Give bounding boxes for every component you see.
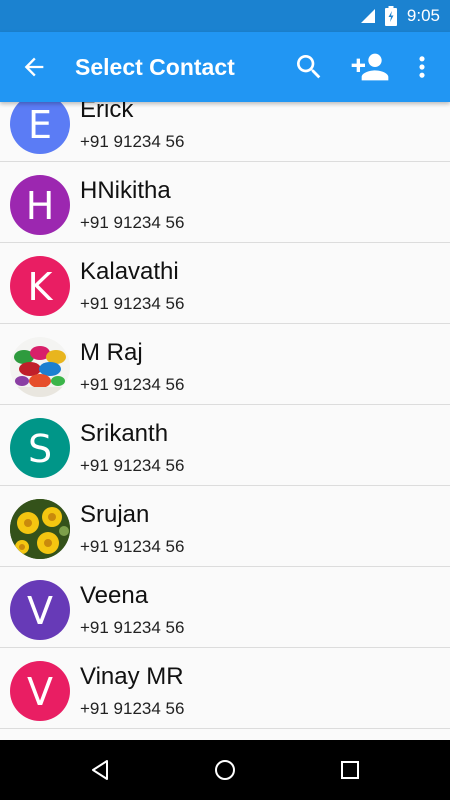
contact-row-vinay-mr[interactable]: V Vinay MR +91 91234 56 (0, 648, 450, 729)
nav-home-icon[interactable] (213, 758, 237, 782)
yellow-flowers-photo (10, 499, 70, 559)
contact-phone: +91 91234 56 (80, 456, 185, 475)
nav-back-icon[interactable] (88, 758, 112, 782)
avatar: K (10, 256, 70, 316)
avatar-initial: S (27, 426, 53, 471)
contact-list: E Erick +91 91234 56 H HNikitha +91 9123… (0, 102, 450, 740)
nav-recents-icon[interactable] (338, 758, 362, 782)
avatar: S (10, 418, 70, 478)
contact-name: M Raj (80, 339, 143, 366)
search-icon[interactable] (293, 51, 325, 83)
avatar-initial: V (27, 588, 53, 633)
contact-row-kalavathi[interactable]: K Kalavathi +91 91234 56 (0, 243, 450, 324)
status-icons: 9:05 (359, 0, 440, 32)
colored-powder-photo (10, 337, 70, 397)
add-person-icon[interactable] (350, 52, 390, 82)
contact-row-srujan[interactable]: Srujan +91 91234 56 (0, 486, 450, 567)
navigation-bar (0, 740, 450, 800)
avatar-photo (10, 337, 70, 397)
contact-name: Veena (80, 582, 149, 609)
contact-phone: +91 91234 56 (80, 213, 185, 232)
contact-name: Srujan (80, 501, 150, 528)
status-bar: 9:05 (0, 0, 450, 32)
battery-icon (384, 6, 397, 26)
contact-row-srikanth[interactable]: S Srikanth +91 91234 56 (0, 405, 450, 486)
status-time: 9:05 (406, 6, 440, 25)
contact-phone: +91 91234 56 (80, 132, 185, 151)
avatar: V (10, 580, 70, 640)
arrow-back-icon[interactable] (20, 53, 48, 81)
contact-phone: +91 91234 56 (80, 618, 185, 637)
avatar-initial: K (27, 264, 53, 309)
avatar-initial: V (27, 669, 53, 714)
contact-phone: +91 91234 56 (80, 375, 185, 394)
contact-row-erick[interactable]: E Erick +91 91234 56 (0, 102, 450, 162)
contact-phone: +91 91234 56 (80, 294, 185, 313)
avatar: H (10, 175, 70, 235)
more-vert-icon[interactable] (414, 53, 430, 81)
contact-row-hnikitha[interactable]: H HNikitha +91 91234 56 (0, 162, 450, 243)
contact-name: Erick (80, 102, 134, 123)
avatar: E (10, 102, 70, 154)
page-title: Select Contact (75, 54, 235, 80)
contact-row-veena[interactable]: V Veena +91 91234 56 (0, 567, 450, 648)
avatar-photo (10, 499, 70, 559)
avatar-initial: E (27, 102, 52, 147)
app-bar: Select Contact (0, 32, 450, 102)
contact-name: Kalavathi (80, 258, 179, 285)
contact-name: Vinay MR (80, 663, 184, 690)
avatar: V (10, 661, 70, 721)
contact-name: Srikanth (80, 420, 169, 447)
contact-row-m-raj[interactable]: M Raj +91 91234 56 (0, 324, 450, 405)
contact-phone: +91 91234 56 (80, 537, 185, 556)
avatar-initial: H (25, 183, 55, 228)
contact-name: HNikitha (80, 177, 171, 204)
signal-icon (360, 9, 375, 23)
contact-phone: +91 91234 56 (80, 699, 185, 718)
